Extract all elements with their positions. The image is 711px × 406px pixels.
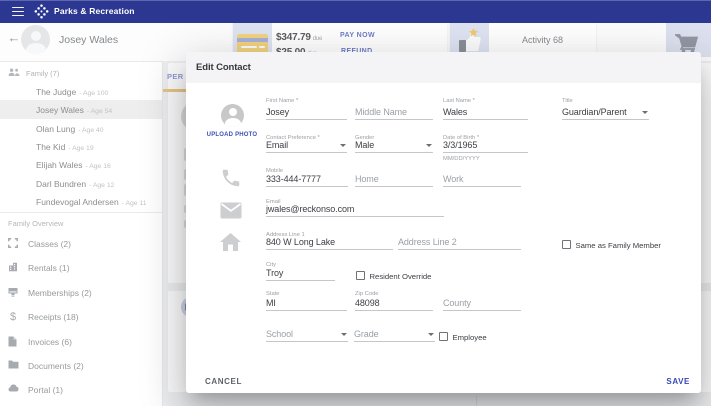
home-phone-field[interactable]: Home: [355, 168, 433, 187]
dropdown-arrow-icon: [428, 333, 434, 336]
dropdown-arrow-icon: [426, 144, 432, 147]
invoices-icon: [8, 336, 17, 347]
work-phone-field[interactable]: Work: [443, 168, 521, 187]
edit-contact-dialog: Edit Contact UPLOAD PHOTO First Name * J…: [186, 52, 701, 393]
documents-icon: [8, 360, 19, 369]
family-member-item[interactable]: Fundevogal Andersen- Age 11: [0, 192, 162, 210]
background-card-divider: [476, 396, 477, 406]
address-line-1-field[interactable]: Address Line 1 840 W Long Lake: [266, 232, 393, 250]
app-title: Parks & Recreation: [54, 0, 135, 23]
county-field[interactable]: County: [443, 291, 521, 311]
sidebar-item-rentals[interactable]: Rentals (1): [0, 259, 162, 279]
sidebar-item-documents[interactable]: Documents (2): [0, 357, 162, 377]
date-format-helper: MM/DD/YYYY: [443, 156, 480, 162]
contact-preference-select[interactable]: Contact Preference * Email: [266, 135, 347, 153]
family-member-item[interactable]: Darl Bundren- Age 12: [0, 174, 162, 192]
customer-name: Josey Wales: [59, 34, 118, 46]
pay-now-button[interactable]: PAY NOW: [340, 32, 375, 39]
zip-code-field[interactable]: Zip Code 48098: [355, 291, 433, 311]
app-logo: [33, 4, 50, 19]
upload-photo-button[interactable]: UPLOAD PHOTO: [197, 132, 267, 138]
sidebar-divider: [0, 212, 162, 213]
back-arrow-icon[interactable]: ←: [6, 29, 22, 47]
family-member-item-selected[interactable]: Josey Wales- Age 54: [0, 100, 162, 118]
address-line-2-field[interactable]: Address Line 2: [398, 232, 521, 250]
mobile-phone-field[interactable]: Mobile 333-444-7777: [266, 168, 348, 187]
family-overview-header: Family Overview: [8, 219, 63, 228]
city-field[interactable]: City Troy: [266, 262, 335, 281]
email-field[interactable]: Email jwales@reckonso.com: [266, 199, 444, 217]
rentals-icon: [8, 262, 18, 272]
title-select[interactable]: Title Guardian/Parent: [562, 98, 649, 120]
family-icon: [8, 68, 20, 77]
sidebar: Family (7) The Judge- Age 100 Josey Wale…: [0, 62, 163, 406]
sidebar-item-receipts[interactable]: $ Receipts (18): [0, 308, 162, 328]
dropdown-arrow-icon: [642, 111, 648, 114]
customer-avatar[interactable]: [21, 25, 50, 54]
dropdown-arrow-icon: [340, 144, 346, 147]
first-name-field[interactable]: First Name * Josey: [266, 98, 347, 120]
contact-photo-placeholder: [221, 104, 244, 127]
cancel-button[interactable]: CANCEL: [205, 377, 242, 386]
sidebar-item-invoices[interactable]: Invoices (6): [0, 333, 162, 353]
home-icon: [220, 233, 241, 251]
portal-icon: [8, 384, 19, 392]
last-name-field[interactable]: Last Name * Wales: [443, 98, 528, 120]
receipts-icon: $: [8, 311, 18, 322]
sidebar-item-portal[interactable]: Portal (1): [0, 381, 162, 401]
family-section-header: Family (7): [0, 67, 162, 83]
svg-text:$: $: [10, 311, 16, 322]
family-member-item[interactable]: Elijah Wales- Age 16: [0, 155, 162, 173]
amount-due: $347.79due: [276, 32, 322, 43]
gender-select[interactable]: Gender Male: [355, 135, 433, 153]
grade-select[interactable]: Grade: [354, 324, 435, 342]
thumb-up-star-icon: [458, 28, 482, 54]
app-root: PER ← Josey Wales $347.79due PAY NOW $25…: [0, 0, 711, 406]
checkbox-box: [356, 271, 365, 280]
school-select[interactable]: School: [266, 324, 348, 342]
checkbox-box: [439, 332, 448, 341]
middle-name-field[interactable]: Middle Name: [355, 98, 433, 120]
date-of-birth-field[interactable]: Date of Birth * 3/3/1965: [443, 135, 528, 153]
menu-icon[interactable]: [12, 7, 24, 17]
sidebar-item-classes[interactable]: Classes (2): [0, 235, 162, 255]
shopping-cart-icon: [675, 34, 699, 54]
save-button[interactable]: SAVE: [666, 377, 690, 386]
employee-checkbox[interactable]: Employee: [439, 332, 509, 342]
top-navbar: Parks & Recreation: [0, 0, 711, 23]
same-as-family-member-checkbox[interactable]: Same as Family Member: [562, 240, 682, 250]
dialog-header: Edit Contact: [186, 52, 701, 83]
checkbox-box: [562, 240, 571, 249]
state-field[interactable]: State MI: [266, 291, 347, 311]
dropdown-arrow-icon: [341, 333, 347, 336]
tab-personal-fragment[interactable]: PER: [167, 72, 184, 81]
classes-icon: [8, 238, 18, 248]
mail-icon: [220, 202, 242, 219]
sidebar-item-memberships[interactable]: Memberships (2): [0, 284, 162, 304]
family-member-item[interactable]: The Judge- Age 100: [0, 82, 162, 100]
family-member-item[interactable]: The Kid- Age 19: [0, 137, 162, 155]
phone-icon: [220, 167, 242, 189]
resident-override-checkbox[interactable]: Resident Override: [356, 271, 466, 281]
dialog-title: Edit Contact: [196, 62, 251, 73]
memberships-icon: [8, 287, 18, 297]
family-member-item[interactable]: Olan Lung- Age 40: [0, 119, 162, 137]
